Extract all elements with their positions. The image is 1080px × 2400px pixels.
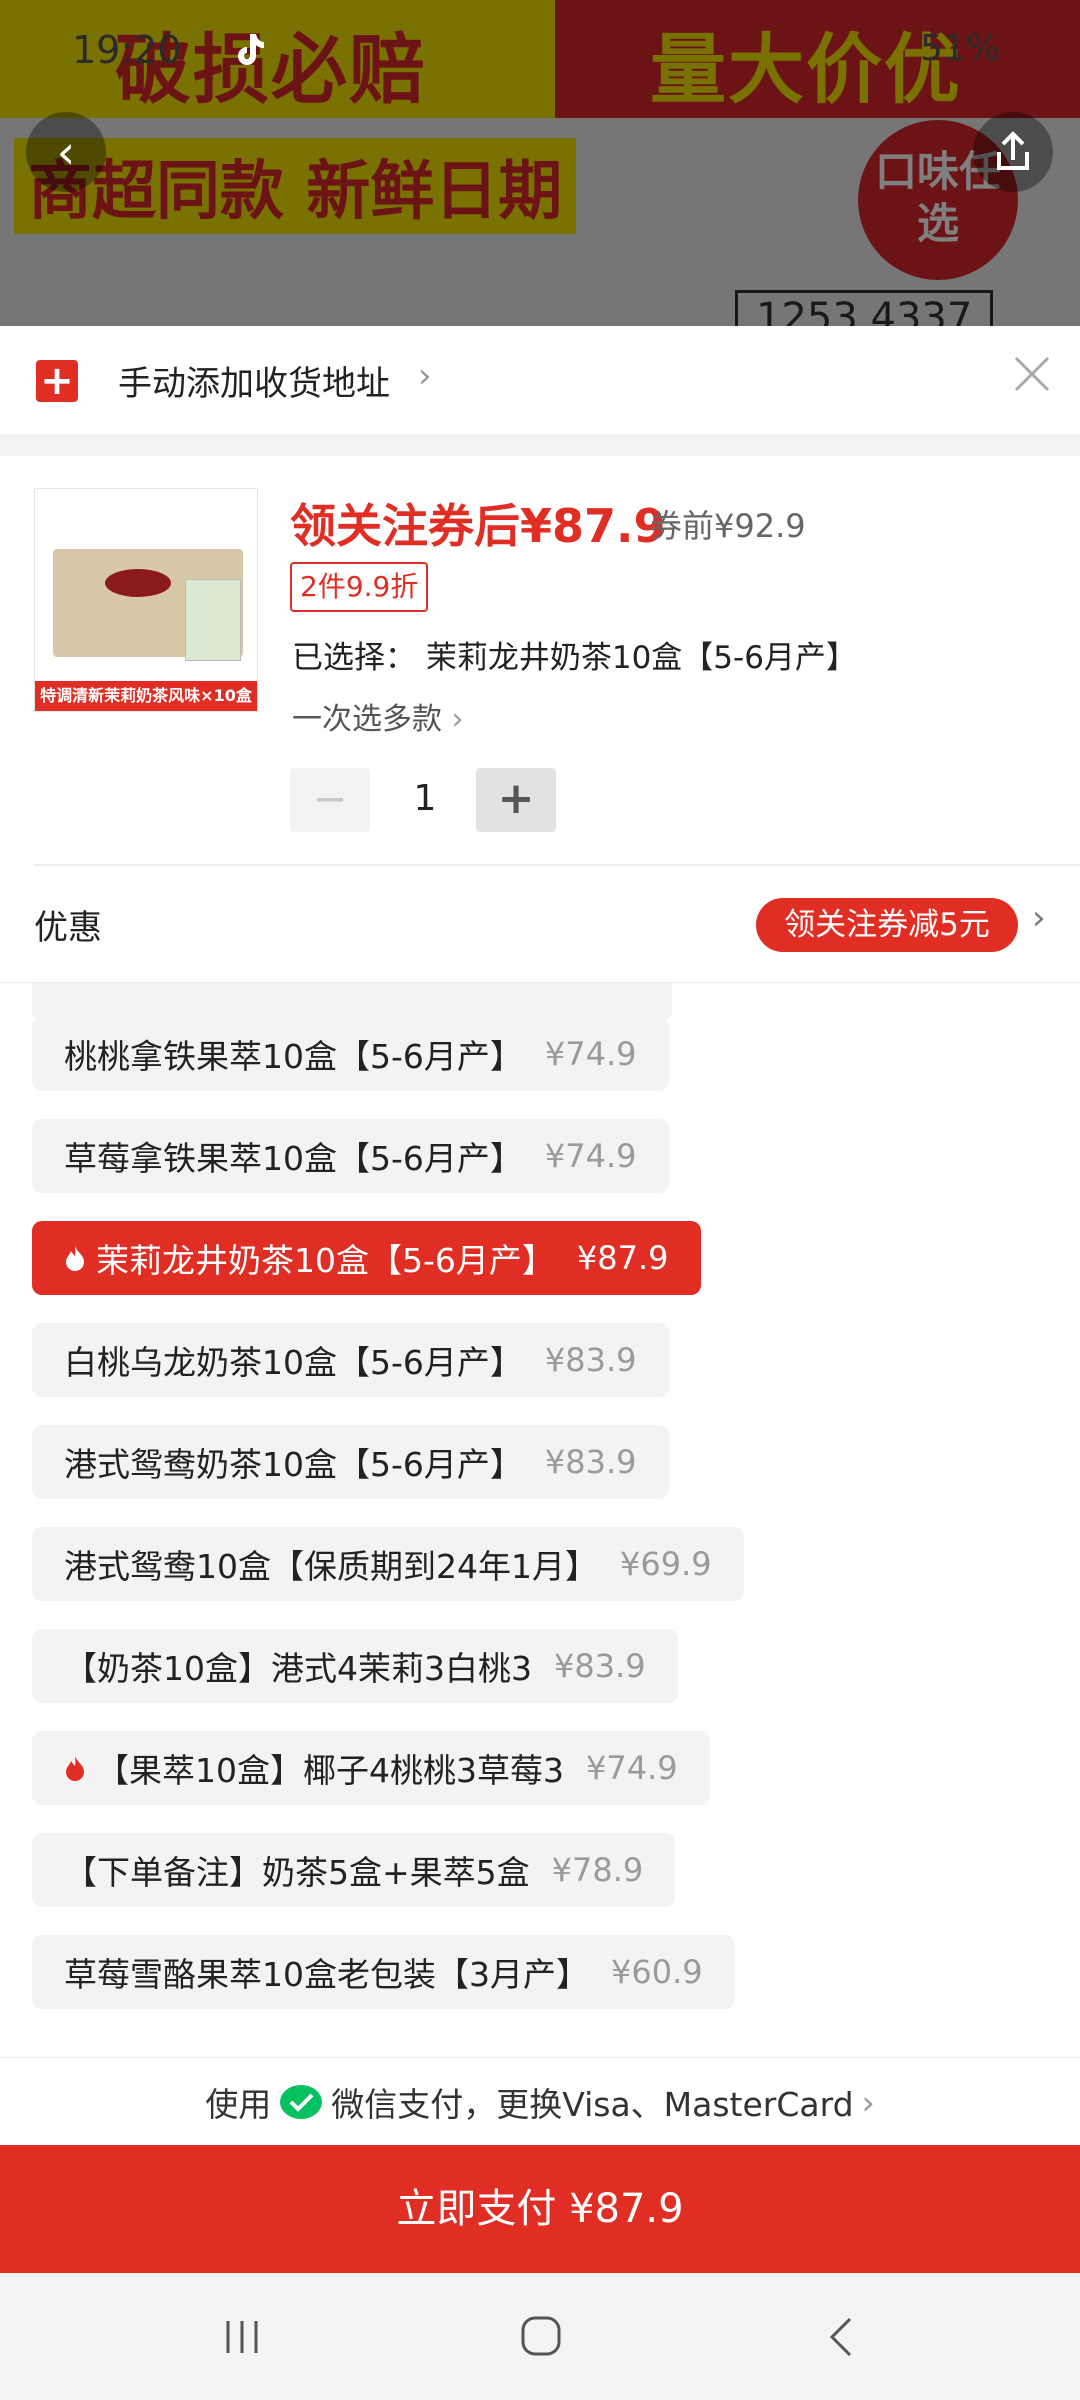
variant-price: ¥83.9 <box>553 1647 646 1685</box>
variant-price: ¥78.9 <box>551 1851 644 1889</box>
selected-variant: 已选择： 茉莉龙井奶茶10盒【5-6月产】 <box>292 632 857 677</box>
quantity-increment-button[interactable]: + <box>476 768 556 832</box>
variant-name: 草莓拿铁果萃10盒【5-6月产】 <box>64 1139 523 1178</box>
divider <box>0 2057 1080 2058</box>
variant-chip[interactable]: 【下单备注】奶茶5盒+果萃5盒 ¥78.9 <box>32 1833 676 1907</box>
payment-prefix: 使用 <box>205 2085 272 2124</box>
tiktok-icon <box>238 34 264 65</box>
variant-name: 茉莉龙井奶茶10盒【5-6月产】 <box>96 1241 555 1280</box>
product-pack-image <box>185 579 241 661</box>
address-row[interactable]: + 手动添加收货地址 › <box>0 326 1080 434</box>
system-back-icon[interactable] <box>822 2315 862 2359</box>
variant-price: ¥74.9 <box>544 1137 637 1175</box>
wechat-pay-icon <box>280 2085 323 2119</box>
quantity-decrement-button[interactable]: − <box>290 768 370 832</box>
add-address-label: 手动添加收货地址 <box>118 364 390 404</box>
home-icon[interactable] <box>520 2315 562 2357</box>
variant-price: ¥83.9 <box>544 1341 637 1379</box>
variant-price: ¥69.9 <box>619 1545 712 1583</box>
chevron-right-icon: › <box>861 2082 875 2122</box>
promo-label: 优惠 <box>34 908 102 948</box>
multi-select-label: 一次选多款 <box>292 702 442 737</box>
variant-chip[interactable]: 港式鸳鸯奶茶10盒【5-6月产】 ¥83.9 <box>32 1425 669 1499</box>
variant-chip[interactable]: 茉莉龙井奶茶10盒【5-6月产】 ¥87.9 <box>32 1221 701 1295</box>
variant-name: 草莓雪酪果萃10盒老包装【3月产】 <box>64 1955 589 1994</box>
variant-price: ¥74.9 <box>585 1749 678 1787</box>
quantity-value[interactable]: 1 <box>400 778 450 819</box>
price-after-coupon: 领关注券后¥87.9 <box>290 499 666 553</box>
variant-chip[interactable]: 【奶茶10盒】港式4茉莉3白桃3 ¥83.9 <box>32 1629 678 1703</box>
variant-list[interactable]: 桃桃拿铁果萃10盒【5-6月产】 ¥74.9 草莓拿铁果萃10盒【5-6月产】 ¥74… <box>0 983 1080 2060</box>
price-before-coupon: 券前¥92.9 <box>650 507 806 545</box>
back-icon[interactable]: ‹ <box>26 112 106 192</box>
pay-now-button[interactable]: 立即支付 ¥87.9 <box>0 2145 1080 2273</box>
variant-price: ¥87.9 <box>576 1239 669 1277</box>
section-gap <box>0 434 1080 456</box>
divider <box>34 864 1080 866</box>
close-icon[interactable] <box>1010 352 1054 396</box>
status-time: 19:20 <box>72 28 182 72</box>
variant-price: ¥60.9 <box>611 1953 703 1991</box>
chevron-right-icon: › <box>418 356 432 396</box>
variant-chip-cut[interactable] <box>32 983 672 1021</box>
variant-name: 白桃乌龙奶茶10盒【5-6月产】 <box>64 1343 523 1382</box>
thumb-caption: 特调清新茉莉奶茶风味×10盒 <box>35 681 257 711</box>
brand-logo <box>105 569 171 597</box>
discount-tag: 2件9.9折 <box>290 562 429 612</box>
variant-chip[interactable]: 【果萃10盒】椰子4桃桃3草莓3 ¥74.9 <box>32 1731 710 1805</box>
recents-icon[interactable] <box>222 2317 262 2357</box>
coupon-badge[interactable]: 领关注券减5元 <box>756 898 1018 952</box>
sku-selection-sheet: + 手动添加收货地址 › 特调清新茉莉奶茶风味×10盒 领关注券后¥87.9 券… <box>0 326 1080 2273</box>
payment-method-text: 微信支付，更换Visa、MasterCard <box>331 2085 854 2124</box>
chevron-right-icon: › <box>451 702 464 737</box>
share-icon[interactable] <box>973 112 1053 192</box>
variant-name: 【下单备注】奶茶5盒+果萃5盒 <box>64 1853 530 1892</box>
battery-level: 51% <box>919 28 1000 69</box>
variant-chip[interactable]: 桃桃拿铁果萃10盒【5-6月产】 ¥74.9 <box>32 1017 669 1091</box>
payment-method-row[interactable]: 使用 微信支付，更换Visa、MasterCard › <box>0 2059 1080 2145</box>
variant-chip[interactable]: 草莓拿铁果萃10盒【5-6月产】 ¥74.9 <box>32 1119 669 1193</box>
chevron-right-icon[interactable]: › <box>1032 898 1046 938</box>
status-bar: 19:20 51% <box>0 0 1080 100</box>
variant-chip[interactable]: 草莓雪酪果萃10盒老包装【3月产】 ¥60.9 <box>32 1935 735 2009</box>
system-nav-bar <box>0 2273 1080 2400</box>
flame-icon <box>66 1756 84 1781</box>
variant-chip[interactable]: 白桃乌龙奶茶10盒【5-6月产】 ¥83.9 <box>32 1323 669 1397</box>
product-thumbnail[interactable]: 特调清新茉莉奶茶风味×10盒 <box>34 488 258 712</box>
variant-name: 桃桃拿铁果萃10盒【5-6月产】 <box>64 1037 523 1076</box>
selected-label: 已选择： <box>292 640 416 676</box>
variant-chip[interactable]: 港式鸳鸯10盒【保质期到24年1月】 ¥69.9 <box>32 1527 744 1601</box>
plus-icon: + <box>36 360 78 402</box>
variant-name: 【奶茶10盒】港式4茉莉3白桃3 <box>64 1649 532 1688</box>
flame-icon <box>66 1246 84 1271</box>
selected-value: 茉莉龙井奶茶10盒【5-6月产】 <box>425 640 857 676</box>
variant-name: 【果萃10盒】椰子4桃桃3草莓3 <box>96 1751 564 1790</box>
variant-name: 港式鸳鸯10盒【保质期到24年1月】 <box>64 1547 598 1586</box>
variant-name: 港式鸳鸯奶茶10盒【5-6月产】 <box>64 1445 523 1484</box>
variant-price: ¥83.9 <box>544 1443 637 1481</box>
variant-price: ¥74.9 <box>544 1035 637 1073</box>
multi-select-link[interactable]: 一次选多款 › <box>292 694 464 738</box>
